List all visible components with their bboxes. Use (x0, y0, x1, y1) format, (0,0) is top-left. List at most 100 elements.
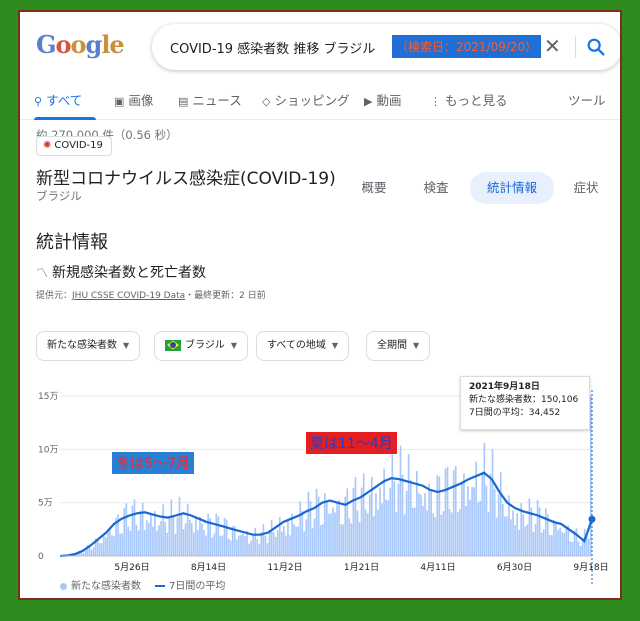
bar (84, 550, 87, 556)
search-bar[interactable]: COVID-19 感染者数 推移 ブラジル （検索日：2021/09/20） ✕ (152, 24, 620, 70)
bar (156, 530, 158, 556)
bar (536, 499, 539, 556)
bar (221, 535, 224, 556)
bar (352, 487, 355, 556)
bar (442, 511, 445, 556)
bar (366, 513, 369, 556)
bar (131, 505, 134, 556)
covid-badge[interactable]: ✺ COVID-19 (36, 136, 112, 156)
clear-icon[interactable]: ✕ (544, 34, 561, 58)
x-tick-label: 5月26日 (114, 562, 149, 573)
bar (225, 519, 228, 556)
bar (459, 509, 461, 556)
bar (129, 530, 132, 556)
filter-region[interactable]: すべての地域 ▼ (256, 331, 350, 361)
bar (358, 522, 361, 556)
bar (575, 528, 578, 556)
dropdown-arrow-icon: ▼ (413, 341, 420, 350)
bar (444, 468, 447, 556)
bar (315, 488, 318, 556)
bar (262, 524, 265, 556)
tab-videos[interactable]: ▶ 動画 (364, 90, 401, 109)
bar (577, 541, 580, 556)
bar (326, 500, 328, 556)
bar (440, 514, 443, 556)
bar (113, 536, 115, 556)
google-doodle-logo[interactable]: Google (36, 30, 125, 59)
bar (168, 517, 171, 556)
bar (461, 481, 463, 556)
bar (301, 510, 304, 556)
bar (162, 504, 164, 556)
bar (285, 535, 287, 556)
bar (229, 540, 232, 556)
bar (205, 535, 207, 556)
bar (540, 532, 543, 556)
bar (223, 518, 226, 556)
chart-legend: 新たな感染者数 7日間の平均 (60, 577, 225, 592)
bar (332, 507, 334, 556)
search-icon[interactable] (585, 36, 607, 58)
bar (170, 499, 173, 556)
bar (395, 511, 398, 556)
bar (305, 519, 308, 556)
bar (403, 514, 406, 556)
pill-testing[interactable]: 検査 (408, 172, 464, 204)
bar (407, 453, 410, 556)
bar (428, 483, 430, 556)
bar (334, 512, 336, 556)
brazil-flag-icon (165, 339, 181, 351)
bar (362, 473, 365, 556)
bar (389, 487, 392, 556)
bar (497, 494, 500, 556)
filter-period[interactable]: 全期間 ▼ (366, 331, 431, 361)
tab-news[interactable]: ▤ ニュース (178, 90, 242, 109)
bar (434, 517, 437, 556)
bar (559, 527, 561, 556)
filter-metric[interactable]: 新たな感染者数 ▼ (36, 331, 141, 361)
bar (330, 513, 332, 556)
tab-all[interactable]: ⚲ すべて (34, 90, 82, 109)
bar (215, 513, 218, 556)
source-link[interactable]: JHU CSSE COVID-19 Data (72, 291, 185, 301)
y-tick-label: 10万 (38, 445, 58, 455)
bar (385, 499, 387, 556)
bar (186, 503, 189, 556)
bar (356, 510, 359, 556)
bar (256, 539, 259, 556)
bar (92, 547, 95, 556)
tab-shopping[interactable]: ◇ ショッピング (262, 90, 349, 109)
play-icon: ▶ (364, 95, 373, 108)
tab-more[interactable]: ⋮ もっと見る (430, 90, 508, 109)
topic-country: ブラジル (36, 189, 82, 203)
bar (207, 513, 209, 556)
bar (283, 525, 285, 556)
pill-overview[interactable]: 概要 (346, 172, 402, 204)
bar (463, 473, 465, 556)
search-date-highlight: （検索日：2021/09/20） (392, 35, 542, 58)
pill-statistics[interactable]: 統計情報 (470, 172, 554, 204)
bar (164, 521, 166, 556)
bar (152, 526, 154, 556)
bar (139, 510, 142, 556)
news-icon: ▤ (178, 95, 189, 108)
bar (524, 526, 527, 556)
bar (377, 509, 379, 556)
search-input[interactable]: COVID-19 感染者数 推移 ブラジル (170, 38, 375, 57)
bar (182, 529, 185, 556)
bar (448, 509, 451, 556)
bar (303, 531, 306, 556)
tab-tools[interactable]: ツール (568, 90, 606, 109)
bar (166, 532, 169, 556)
bar (473, 487, 475, 556)
bar (211, 537, 214, 556)
filter-country[interactable]: ブラジル ▼ (154, 331, 248, 361)
tab-images[interactable]: ▣ 画像 (114, 90, 153, 109)
bar (258, 543, 261, 556)
topic-title: 新型コロナウイルス感染症(COVID-19) (36, 169, 336, 189)
pill-symptoms[interactable]: 症状 (562, 172, 610, 204)
bar (561, 532, 563, 556)
bar (203, 529, 205, 556)
bar (489, 473, 492, 556)
bar (227, 538, 230, 556)
